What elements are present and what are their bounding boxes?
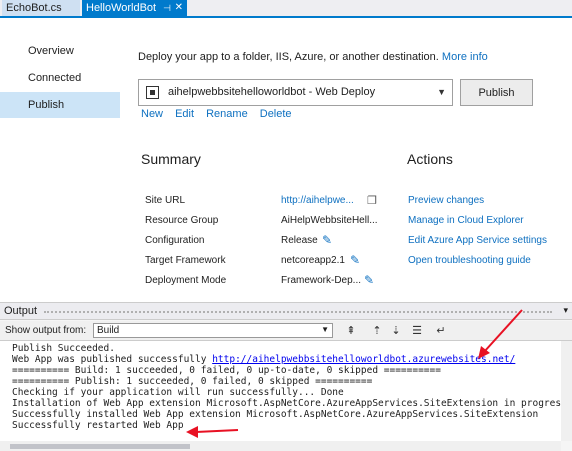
- edit-pencil-icon[interactable]: ✎: [364, 273, 374, 287]
- publish-profile-dropdown[interactable]: aihelpwebbsitehelloworldbot - Web Deploy…: [138, 79, 453, 106]
- delete-profile-link[interactable]: Delete: [260, 108, 292, 120]
- summary-value: Framework-Dep...: [281, 275, 362, 286]
- output-source-dropdown[interactable]: Build ▼: [93, 323, 333, 338]
- action-preview-changes[interactable]: Preview changes: [408, 195, 484, 206]
- chevron-down-icon[interactable]: ▼: [321, 325, 329, 334]
- go-to-next-icon[interactable]: ⇣: [389, 324, 403, 338]
- edit-pencil-icon[interactable]: ✎: [322, 233, 332, 247]
- tab-echobot-cs[interactable]: EchoBot.cs: [2, 0, 80, 16]
- left-navigation: Overview Connected Services Publish: [0, 20, 122, 298]
- output-line: Successfully installed Web App extension…: [12, 409, 539, 420]
- output-line-text: Web App was published successfully: [12, 354, 213, 365]
- document-tab-strip: EchoBot.cs HelloWorldBot ⊣ ✕: [0, 0, 572, 18]
- publish-button[interactable]: Publish: [460, 79, 533, 106]
- clear-all-icon[interactable]: ☰: [410, 324, 424, 338]
- summary-heading: Summary: [141, 151, 201, 167]
- word-wrap-icon[interactable]: ↵: [434, 324, 448, 338]
- scrollbar-thumb[interactable]: [10, 444, 190, 449]
- annotation-arrow-icon: [186, 426, 239, 438]
- rename-profile-link[interactable]: Rename: [206, 108, 248, 120]
- action-manage-cloud-explorer[interactable]: Manage in Cloud Explorer: [408, 215, 524, 226]
- summary-row-resource-group: Resource Group AiHelpWebbsiteHell...: [145, 215, 395, 235]
- web-deploy-icon: [146, 86, 159, 99]
- summary-value: Release: [281, 235, 318, 246]
- summary-row-configuration: Configuration Release ✎: [145, 233, 395, 255]
- go-to-previous-icon[interactable]: ⇡: [370, 324, 384, 338]
- close-icon[interactable]: ✕: [175, 0, 183, 16]
- summary-label: Resource Group: [145, 215, 219, 226]
- summary-label: Target Framework: [145, 255, 226, 266]
- action-edit-app-service-settings[interactable]: Edit Azure App Service settings: [408, 235, 547, 246]
- copy-icon[interactable]: ❐: [367, 194, 377, 207]
- output-line: Installation of Web App extension Micros…: [12, 398, 567, 409]
- summary-value: AiHelpWebbsiteHell...: [281, 215, 378, 226]
- output-title: Output: [4, 305, 38, 317]
- output-line: ========== Publish: 1 succeeded, 0 faile…: [12, 376, 373, 387]
- tab-label: EchoBot.cs: [6, 2, 62, 14]
- publish-profile-value: aihelpwebbsitehelloworldbot - Web Deploy: [168, 86, 376, 98]
- summary-value: netcoreapp2.1: [281, 255, 345, 266]
- output-line: ========== Build: 1 succeeded, 0 failed,…: [12, 365, 441, 376]
- window-menu-icon[interactable]: ▾: [563, 305, 568, 316]
- output-line: Checking if your application will run su…: [12, 387, 344, 398]
- summary-row-target-framework: Target Framework netcoreapp2.1 ✎: [145, 253, 395, 275]
- find-message-icon[interactable]: ⇞: [344, 324, 358, 338]
- nav-item-overview[interactable]: Overview: [0, 38, 120, 64]
- edit-pencil-icon[interactable]: ✎: [350, 253, 360, 267]
- nav-item-connected-services[interactable]: Connected Services: [0, 65, 120, 110]
- summary-label: Configuration: [145, 235, 205, 246]
- new-profile-link[interactable]: New: [141, 108, 163, 120]
- output-line: Publish Succeeded.: [12, 343, 115, 354]
- vertical-scrollbar[interactable]: [561, 341, 572, 441]
- action-troubleshooting-guide[interactable]: Open troubleshooting guide: [408, 255, 531, 266]
- summary-label: Deployment Mode: [145, 275, 227, 286]
- publish-page: Deploy your app to a folder, IIS, Azure,…: [122, 20, 562, 298]
- chevron-down-icon[interactable]: ▼: [437, 87, 446, 97]
- edit-profile-link[interactable]: Edit: [175, 108, 194, 120]
- show-output-from-label: Show output from:: [5, 325, 87, 336]
- deploy-text: Deploy your app to a folder, IIS, Azure,…: [138, 51, 439, 63]
- horizontal-scrollbar[interactable]: [0, 441, 561, 451]
- summary-row-deployment-mode: Deployment Mode Framework-Dep... ✎: [145, 273, 395, 295]
- nav-item-publish[interactable]: Publish: [0, 92, 120, 118]
- tab-helloworldbot[interactable]: HelloWorldBot ⊣ ✕: [82, 0, 187, 16]
- site-url-link[interactable]: http://aihelpwe...: [281, 195, 354, 206]
- annotation-arrow-icon: [478, 309, 523, 359]
- output-line-published: Web App was published successfully http:…: [12, 354, 515, 365]
- deploy-description: Deploy your app to a folder, IIS, Azure,…: [138, 51, 488, 63]
- actions-heading: Actions: [407, 151, 453, 167]
- tab-label: HelloWorldBot: [86, 2, 157, 14]
- more-info-link[interactable]: More info: [442, 51, 488, 63]
- output-source-value: Build: [97, 325, 120, 336]
- summary-label: Site URL: [145, 195, 186, 206]
- output-line: Successfully restarted Web App: [12, 420, 184, 431]
- pin-icon[interactable]: ⊣: [163, 0, 171, 16]
- summary-row-site-url: Site URL http://aihelpwe... ❐: [145, 195, 395, 215]
- profile-actions: New Edit Rename Delete: [141, 108, 301, 120]
